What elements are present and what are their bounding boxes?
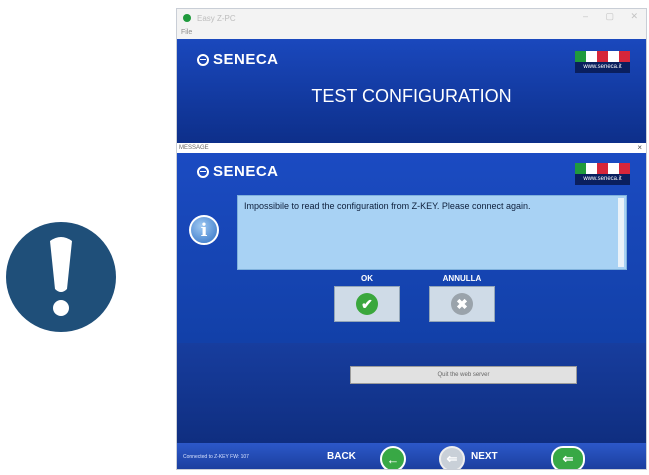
message-text-box: Impossibile to read the configuration fr… [237, 195, 627, 270]
seneca-logo: SENECA [197, 51, 279, 68]
maximize-icon[interactable]: ▢ [605, 11, 614, 22]
lower-panel: Quit the web server [177, 343, 646, 443]
italian-flag-icon [575, 51, 630, 62]
page-title: TEST CONFIGURATION [311, 86, 512, 106]
website-badge: www.seneca.it [575, 51, 630, 73]
dialog-seneca-logo: SENECA [197, 163, 279, 180]
message-titlebar: MESSAGE × [177, 143, 646, 153]
cross-icon: ✖ [451, 293, 473, 315]
dialog-website-badge: www.seneca.it [575, 163, 630, 185]
error-message: Impossibile to read the configuration fr… [244, 201, 531, 211]
window-titlebar: Easy Z-PC – ▢ ✕ [177, 9, 646, 27]
message-dialog: SENECA www.seneca.it i Impossibile to re… [177, 153, 646, 343]
menu-bar: File [177, 27, 646, 39]
app-header: SENECA www.seneca.it TEST CONFIGURATION [177, 39, 646, 143]
cancel-label: ANNULLA [442, 274, 482, 283]
connection-status: Connected to Z-KEY FW: 107 [183, 454, 249, 460]
ok-button[interactable]: ✔ [334, 286, 400, 322]
quit-server-button[interactable]: Quit the web server [350, 366, 577, 384]
globe-icon [197, 165, 209, 178]
next-arrow-icon[interactable]: ⇐ [439, 446, 465, 469]
message-close-icon[interactable]: × [637, 143, 642, 153]
window-title: Easy Z-PC [197, 13, 236, 23]
info-icon: i [189, 215, 219, 245]
close-icon[interactable]: ✕ [630, 11, 638, 22]
menu-file[interactable]: File [181, 29, 192, 36]
message-title: MESSAGE [179, 145, 209, 151]
warning-exclamation-icon [6, 222, 116, 332]
message-scrollbar[interactable] [618, 198, 624, 267]
back-label: BACK [327, 451, 356, 462]
globe-icon [197, 53, 209, 66]
ok-label: OK [361, 274, 373, 283]
app-window: Easy Z-PC – ▢ ✕ File SENECA www.seneca.i… [176, 8, 647, 470]
website-url: www.seneca.it [575, 62, 630, 73]
next-label: NEXT [471, 451, 498, 462]
checkmark-icon: ✔ [356, 293, 378, 315]
website-url: www.seneca.it [575, 174, 630, 185]
app-icon [183, 14, 191, 22]
cancel-button[interactable]: ✖ [429, 286, 495, 322]
fast-forward-icon[interactable]: ⇐ [551, 446, 585, 469]
minimize-icon[interactable]: – [583, 11, 588, 21]
back-arrow-icon[interactable]: ← [380, 446, 406, 469]
italian-flag-icon [575, 163, 630, 174]
navigation-footer: Connected to Z-KEY FW: 107 BACK ← ⇐ NEXT… [177, 443, 646, 469]
